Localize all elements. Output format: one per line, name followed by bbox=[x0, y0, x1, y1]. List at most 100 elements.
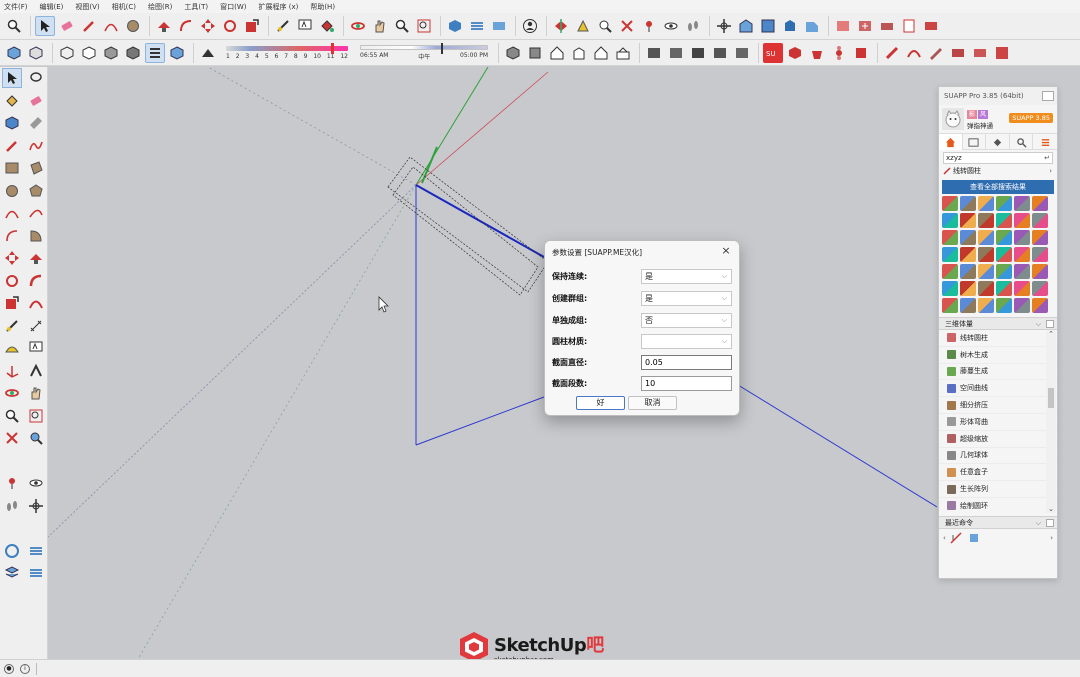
chevron-right-icon[interactable]: › bbox=[1050, 534, 1053, 542]
section-recent-header[interactable]: 最近命令 ⌵ bbox=[939, 516, 1057, 529]
left-tape-button[interactable] bbox=[2, 316, 22, 336]
view-all-results-button[interactable]: 查看全部搜索结果 bbox=[942, 180, 1054, 194]
plugin-tool-icon[interactable] bbox=[1014, 213, 1030, 228]
plugin-tool-icon[interactable] bbox=[1014, 196, 1030, 211]
hidden-line-button[interactable] bbox=[79, 43, 99, 63]
layers-button[interactable] bbox=[489, 16, 509, 36]
suapp-button[interactable]: SU bbox=[763, 42, 783, 63]
avatar[interactable] bbox=[942, 108, 964, 130]
shadow-month-slider[interactable]: 1 2 3 4 5 6 7 8 9 10 11 12 bbox=[226, 42, 348, 64]
list-item[interactable]: 几何球体 bbox=[939, 448, 1057, 465]
create-group-select[interactable]: 是 ⌵ bbox=[641, 290, 732, 306]
time-slider-track[interactable] bbox=[360, 42, 488, 54]
tab-search[interactable] bbox=[1010, 134, 1034, 150]
shape-button[interactable] bbox=[123, 16, 143, 36]
text-button[interactable] bbox=[295, 16, 315, 36]
menu-draw[interactable]: 绘图(R) bbox=[148, 2, 172, 12]
account-button[interactable] bbox=[520, 16, 540, 36]
zoom-window-button[interactable] bbox=[414, 16, 434, 36]
right-view-button[interactable] bbox=[802, 16, 822, 36]
plugin-11-button[interactable] bbox=[904, 43, 924, 63]
plugin-tool-icon[interactable] bbox=[1014, 264, 1030, 279]
std-right-button[interactable] bbox=[569, 43, 589, 63]
left-tag-button[interactable] bbox=[26, 113, 46, 133]
left-axes-button[interactable] bbox=[2, 361, 22, 381]
list-item[interactable]: 空间曲线 bbox=[939, 380, 1057, 398]
month-slider-thumb[interactable] bbox=[331, 42, 334, 54]
section-diameter-input[interactable] bbox=[641, 354, 732, 370]
plugin-tool-icon[interactable] bbox=[960, 247, 976, 262]
plugin-6-button[interactable] bbox=[785, 43, 805, 63]
plugin-tool-icon[interactable] bbox=[960, 230, 976, 245]
paint-bucket-button[interactable] bbox=[317, 16, 337, 36]
eraser-button[interactable] bbox=[57, 16, 77, 36]
plugin-tool-icon[interactable] bbox=[942, 247, 958, 262]
dialog-close-button[interactable]: × bbox=[719, 244, 733, 258]
plugin-tool-icon[interactable] bbox=[942, 196, 958, 211]
left-3dtext-button[interactable] bbox=[26, 361, 46, 381]
left-layers-button[interactable] bbox=[2, 563, 22, 583]
tab-menu[interactable] bbox=[1033, 134, 1057, 150]
plugin-14-button[interactable] bbox=[970, 43, 990, 63]
section-segments-input[interactable] bbox=[641, 375, 732, 391]
plugin-tool-icon[interactable] bbox=[960, 281, 976, 296]
cancel-button[interactable]: 取消 bbox=[628, 396, 677, 410]
plugin-12-button[interactable] bbox=[926, 43, 946, 63]
orbit-button[interactable] bbox=[348, 16, 368, 36]
triangle-bottom-edge[interactable] bbox=[415, 396, 545, 446]
plugin-tool-icon[interactable] bbox=[978, 213, 994, 228]
plugin-tool-icon[interactable] bbox=[978, 247, 994, 262]
std-left-button[interactable] bbox=[613, 43, 633, 63]
pan-button[interactable] bbox=[370, 16, 390, 36]
plugin-5-button[interactable] bbox=[732, 43, 752, 63]
shadow-toggle-button[interactable] bbox=[198, 43, 218, 63]
plugin-tool-icon[interactable] bbox=[1014, 281, 1030, 296]
scrollbar-thumb[interactable] bbox=[1048, 388, 1054, 408]
plugin-tool-icon[interactable] bbox=[1032, 281, 1048, 296]
scale-button[interactable] bbox=[242, 16, 262, 36]
plugin-4-button[interactable] bbox=[710, 43, 730, 63]
push-pull-button[interactable] bbox=[154, 16, 174, 36]
keep-continuous-select[interactable]: 是 ⌵ bbox=[641, 268, 732, 284]
plugin-tool-icon[interactable] bbox=[978, 264, 994, 279]
plugin-7-button[interactable] bbox=[807, 43, 827, 63]
list-item[interactable]: 藤蔓生成 bbox=[939, 364, 1057, 381]
separate-group-select[interactable]: 否 ⌵ bbox=[641, 312, 732, 328]
left-protractor-button[interactable] bbox=[2, 338, 22, 358]
left-zoom-extents-button[interactable] bbox=[2, 428, 22, 448]
plugin-9-button[interactable] bbox=[851, 43, 871, 63]
plugin-10-button[interactable] bbox=[882, 43, 902, 63]
modeling-viewport[interactable] bbox=[48, 67, 937, 659]
plugin-tool-icon[interactable] bbox=[996, 264, 1012, 279]
left-lasso-button[interactable] bbox=[26, 68, 46, 88]
pin-button[interactable] bbox=[639, 16, 659, 36]
left-section-button[interactable] bbox=[26, 496, 46, 516]
left-rotate-button[interactable] bbox=[2, 271, 22, 291]
left-circle-button[interactable] bbox=[2, 181, 22, 201]
plugin-tool-icon[interactable] bbox=[996, 281, 1012, 296]
left-push-pull-button[interactable] bbox=[26, 248, 46, 268]
cylinder-material-select[interactable]: ⌵ bbox=[641, 333, 732, 349]
plugin-tool-icon[interactable] bbox=[1032, 264, 1048, 279]
plugin-1-button[interactable] bbox=[644, 43, 664, 63]
left-follow-me-button[interactable] bbox=[26, 271, 46, 291]
export-button[interactable] bbox=[833, 16, 853, 36]
wireframe-button[interactable] bbox=[57, 43, 77, 63]
chevron-left-icon[interactable]: ‹ bbox=[943, 534, 946, 542]
import-button[interactable] bbox=[855, 16, 875, 36]
plugin-13-button[interactable] bbox=[948, 43, 968, 63]
chevron-up-icon[interactable]: ⌃ bbox=[1048, 330, 1054, 338]
section-button[interactable] bbox=[551, 16, 571, 36]
chevron-down-icon[interactable]: ⌄ bbox=[1048, 505, 1054, 513]
time-slider-thumb[interactable] bbox=[441, 42, 443, 54]
solar-button[interactable] bbox=[467, 16, 487, 36]
section-toggle-icon[interactable] bbox=[1046, 519, 1054, 527]
recent-tool-icon[interactable] bbox=[950, 532, 962, 544]
left-polygon-button[interactable] bbox=[26, 181, 46, 201]
plugin-tool-icon[interactable] bbox=[942, 213, 958, 228]
plugin-15-button[interactable] bbox=[992, 43, 1012, 63]
plugin-tool-icon[interactable] bbox=[942, 298, 958, 313]
credits-icon[interactable]: i bbox=[20, 663, 30, 674]
left-pie-button[interactable] bbox=[26, 226, 46, 246]
menu-help[interactable]: 帮助(H) bbox=[310, 2, 335, 12]
